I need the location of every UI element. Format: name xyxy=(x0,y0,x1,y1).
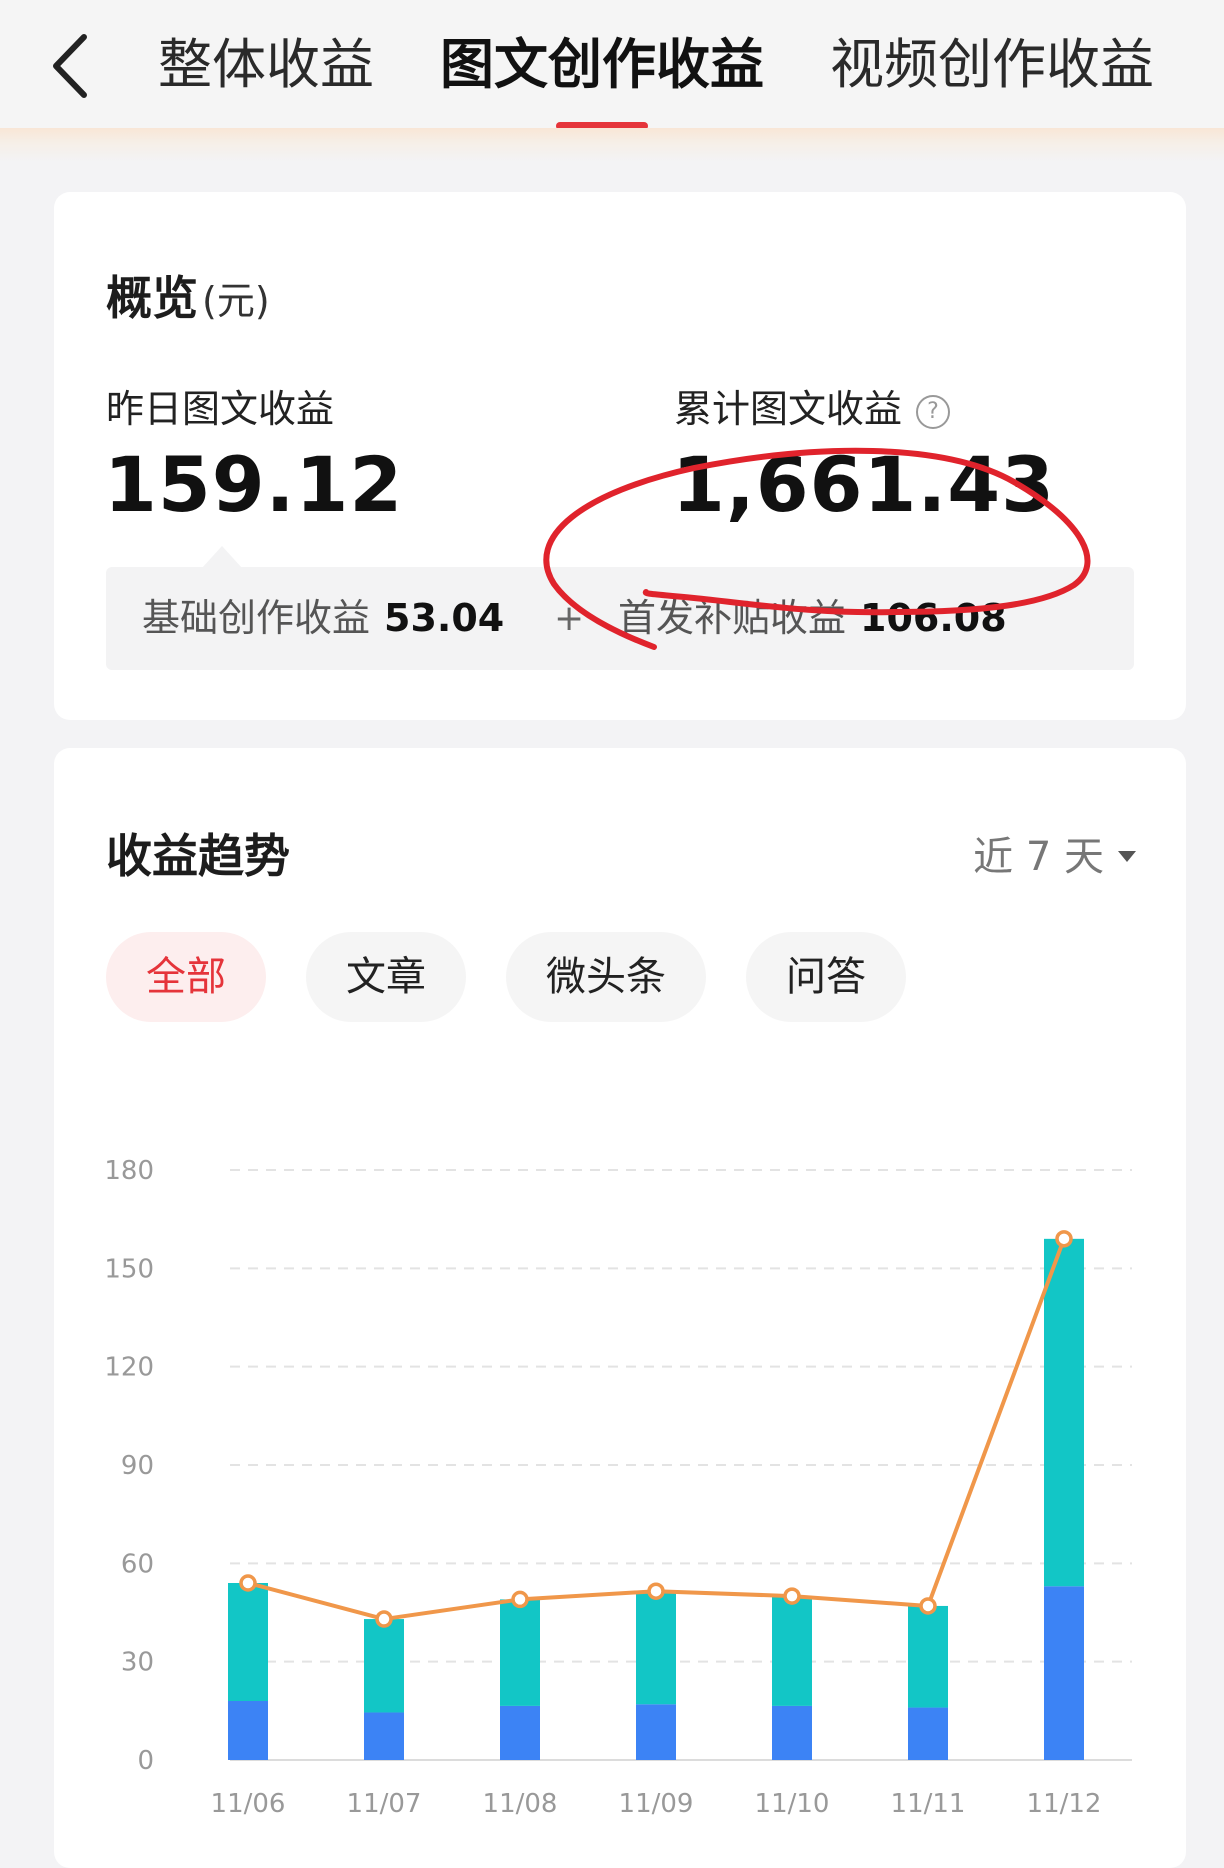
subsidy-income-value: 106.08 xyxy=(860,596,1007,640)
header-divider xyxy=(0,128,1224,162)
base-income-label: 基础创作收益 xyxy=(142,596,371,640)
line-point xyxy=(783,1587,801,1605)
subsidy-income-label: 首发补贴收益 xyxy=(618,596,847,640)
tab-article-income[interactable]: 图文创作收益 xyxy=(440,30,764,100)
y-tick-label: 120 xyxy=(104,1353,154,1383)
tab-overall-income[interactable]: 整体收益 xyxy=(158,30,374,100)
line-point xyxy=(647,1582,665,1600)
overview-unit: (元) xyxy=(202,279,270,323)
chevron-left-icon xyxy=(53,34,87,98)
x-tick-label: 11/06 xyxy=(211,1789,286,1819)
x-tick-label: 11/11 xyxy=(891,1789,966,1819)
x-tick-label: 11/12 xyxy=(1027,1789,1102,1819)
bar-subsidy-segment xyxy=(1044,1238,1084,1587)
x-tick-label: 11/07 xyxy=(347,1789,422,1819)
bar-subsidy-segment xyxy=(772,1596,812,1706)
overview-title: 概览 (元) xyxy=(106,262,270,328)
income-trend-chart: 0 30 60 90 120 150 180 11/06 11/07 11/08 11/09 11/1… xyxy=(104,1156,1132,1819)
tab-video-income[interactable]: 视频创作收益 xyxy=(830,30,1154,100)
trend-card: 收益趋势 近 7 天 全部 文章 微头条 问答 0 30 60 90 120 150 180… xyxy=(54,748,1186,1868)
y-tick-label: 60 xyxy=(121,1549,154,1579)
y-tick-label: 30 xyxy=(121,1648,154,1678)
total-income-label-text: 累计图文收益 xyxy=(674,387,903,431)
help-icon[interactable]: ? xyxy=(916,395,951,429)
income-breakdown: 基础创作收益 53.04 + 首发补贴收益 106.08 xyxy=(106,567,1134,670)
x-tick-label: 11/10 xyxy=(755,1789,830,1819)
bar-subsidy-segment xyxy=(500,1599,540,1706)
bar-base-segment xyxy=(772,1705,812,1760)
bar-subsidy-segment xyxy=(228,1583,268,1701)
total-income-value: 1,661.43 xyxy=(672,440,1056,529)
y-tick-label: 90 xyxy=(121,1451,154,1481)
bar-subsidy-segment xyxy=(908,1605,948,1708)
overview-card: 概览 (元) 昨日图文收益 159.12 累计图文收益? 1,661.43 基础创… xyxy=(54,192,1186,720)
bar-base-segment xyxy=(228,1701,268,1760)
bar-base-segment xyxy=(500,1705,540,1760)
base-income: 基础创作收益 53.04 xyxy=(142,567,504,670)
bar-base-segment xyxy=(636,1704,676,1760)
x-tick-label: 11/09 xyxy=(619,1789,694,1819)
bar-base-segment xyxy=(908,1707,948,1760)
bar-base-segment xyxy=(364,1712,404,1760)
bar-base-segment xyxy=(1044,1586,1084,1760)
y-tick-label: 180 xyxy=(104,1156,154,1186)
yesterday-income-value: 159.12 xyxy=(104,440,404,529)
line-point xyxy=(919,1597,937,1615)
base-income-value: 53.04 xyxy=(384,596,505,640)
y-tick-label: 0 xyxy=(137,1746,154,1776)
x-tick-label: 11/08 xyxy=(483,1789,558,1819)
plus-sign: + xyxy=(554,598,585,639)
y-tick-label: 150 xyxy=(104,1254,154,1284)
breakdown-pointer xyxy=(202,546,242,568)
subsidy-income: 首发补贴收益 106.08 xyxy=(618,567,1007,670)
top-tab-bar: 整体收益 图文创作收益 视频创作收益 xyxy=(0,0,1224,130)
yesterday-income-label: 昨日图文收益 xyxy=(106,387,335,431)
bar-subsidy-segment xyxy=(364,1619,404,1713)
back-button[interactable] xyxy=(40,28,100,104)
line-point xyxy=(511,1590,529,1609)
line-point xyxy=(1055,1230,1073,1248)
total-income-label: 累计图文收益? xyxy=(674,378,951,433)
total-income-line xyxy=(247,1238,1066,1622)
line-point xyxy=(375,1610,393,1628)
line-point xyxy=(239,1574,257,1592)
overview-title-text: 概览 xyxy=(106,271,198,325)
bar-subsidy-segment xyxy=(636,1591,676,1705)
